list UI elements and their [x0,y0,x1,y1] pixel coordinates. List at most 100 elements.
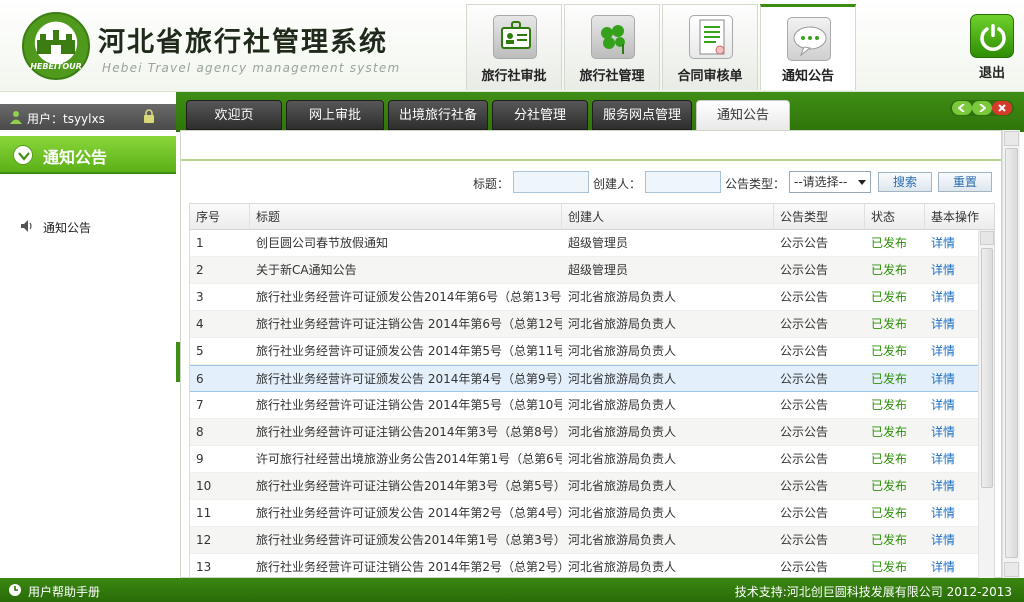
notice-table: 序号 标题 创建人 公告类型 状态 基本操作 1 创巨圆公司春节放假通知 超级管理员… [189,203,995,579]
page-scrollbar[interactable] [1002,130,1020,578]
title-filter-input[interactable] [513,171,589,193]
logout-label: 退出 [978,66,1005,81]
cell-type: 公示公告 [780,236,829,250]
cell-no: 2 [196,263,204,277]
cell-creator: 河北省旅游局负责人 [568,317,677,331]
cell-type: 公示公告 [780,479,829,493]
clock-help-icon [9,584,21,596]
cell-detail-link[interactable]: 详情 [925,230,978,257]
sidebar-item-label: 通知公告 [43,221,92,235]
tab-next-button[interactable] [972,101,992,115]
user-bar: 用户：tsyylxs [0,104,176,130]
sidebar-section-header[interactable]: 通知公告 [0,136,176,174]
table-row[interactable]: 6 旅行社业务经营许可证颁发公告 2014年第4号（总第9号） 河北省旅游局负责人 公… [190,365,978,392]
cell-creator: 河北省旅游局负责人 [568,452,677,466]
tab-welcome[interactable]: 欢迎页 [186,100,282,130]
logout-button[interactable]: 退出 [966,10,1018,82]
table-row[interactable]: 7 旅行社业务经营许可证注销公告 2014年第5号（总第10号 河北省旅游局负责人 公… [190,392,978,419]
table-row[interactable]: 1 创巨圆公司春节放假通知 超级管理员 公示公告 已发布 详情 [190,230,978,257]
scroll-up-icon[interactable] [980,231,994,245]
cell-detail-link[interactable]: 详情 [925,419,978,446]
page-scroll-down-icon[interactable] [1004,562,1019,577]
cell-detail-link[interactable]: 详情 [925,311,978,338]
cell-status: 已发布 [871,506,908,520]
type-filter-label: 公告类型： [725,177,786,191]
title-filter-label: 标题： [473,177,510,191]
cell-status: 已发布 [871,317,908,331]
cell-detail-link[interactable]: 详情 [925,366,978,393]
search-button[interactable]: 搜索 [878,172,932,192]
table-row[interactable]: 5 旅行社业务经营许可证颁发公告 2014年第5号（总第11号 河北省旅游局负责人 公… [190,338,978,365]
user-help-manual-link[interactable]: 用户帮助手册 [28,583,100,600]
tab-prev-button[interactable] [952,101,972,115]
table-row[interactable]: 13 旅行社业务经营许可证注销公告 2014年第2号（总第2号） 河北省旅游局负责人… [190,554,978,578]
nav-travel-agency-management[interactable]: 旅行社管理 [564,4,660,90]
cell-title: 创巨圆公司春节放假通知 [256,236,389,250]
cell-status: 已发布 [871,425,908,439]
tab-branch-management[interactable]: 分社管理 [492,100,588,130]
cell-no: 3 [196,290,204,304]
cell-type: 公示公告 [780,263,829,277]
cell-title: 旅行社业务经营许可证颁发公告 2014年第5号（总第11号 [256,344,562,358]
page-scroll-up-icon[interactable] [1004,131,1019,146]
cell-status: 已发布 [871,452,908,466]
tab-online-approval[interactable]: 网上审批 [286,100,384,130]
table-row[interactable]: 9 许可旅行社经营出境旅游业务公告2014年第1号（总第6号 河北省旅游局负责人 公示… [190,446,978,473]
tab-notice[interactable]: 通知公告 [696,100,790,132]
table-row[interactable]: 12 旅行社业务经营许可证颁发公告2014年第1号（总第3号） 河北省旅游局负责人 公… [190,527,978,554]
cell-detail-link[interactable]: 详情 [925,446,978,473]
nav-label: 旅行社管理 [579,69,645,84]
app-footer: 用户帮助手册 技术支持:河北创巨圆科技发展有限公司 2012-2013 [0,578,1024,602]
hebei-tour-logo: HEBEITOUR [22,12,90,80]
cell-status: 已发布 [871,344,908,358]
cell-title: 许可旅行社经营出境旅游业务公告2014年第1号（总第6号 [256,452,562,466]
cell-no: 5 [196,344,204,358]
content-panel: 标题： 创建人： 公告类型： --请选择-- 搜索 重置 序号 标题 创建人 公… [180,130,1002,579]
creator-filter-input[interactable] [645,171,721,193]
cell-creator: 河北省旅游局负责人 [568,372,677,386]
cell-detail-link[interactable]: 详情 [925,257,978,284]
table-row[interactable]: 11 旅行社业务经营许可证颁发公告 2014年第2号（总第4号） 河北省旅游局负责人… [190,500,978,527]
cell-no: 1 [196,236,204,250]
type-filter-select[interactable]: --请选择-- [789,171,871,193]
scroll-thumb[interactable] [981,248,993,488]
cell-creator: 超级管理员 [568,236,629,250]
lock-icon[interactable] [143,109,155,124]
cell-creator: 河北省旅游局负责人 [568,398,677,412]
cell-detail-link[interactable]: 详情 [925,284,978,311]
tab-service-point-management[interactable]: 服务网点管理 [592,100,692,130]
cell-status: 已发布 [871,372,908,386]
nav-label: 旅行社审批 [481,69,547,84]
cell-detail-link[interactable]: 详情 [925,527,978,554]
table-row[interactable]: 3 旅行社业务经营许可证颁发公告2014年第6号（总第13号 河北省旅游局负责人 公示… [190,284,978,311]
column-header-status: 状态 [865,204,925,230]
tab-outbound-agency[interactable]: 出境旅行社备 [388,100,488,130]
cell-type: 公示公告 [780,452,829,466]
nav-notice-announcement[interactable]: 通知公告 [760,4,856,90]
table-row[interactable]: 8 旅行社业务经营许可证注销公告2014年第3号（总第8号） 河北省旅游局负责人 公示… [190,419,978,446]
cell-detail-link[interactable]: 详情 [925,500,978,527]
cell-type: 公示公告 [780,344,829,358]
reset-button[interactable]: 重置 [938,172,992,192]
copyright-text: 技术支持:河北创巨圆科技发展有限公司 2012-2013 [734,585,1012,599]
cell-title: 旅行社业务经营许可证注销公告2014年第3号（总第5号） [256,479,562,493]
cell-detail-link[interactable]: 详情 [925,473,978,500]
cell-title: 旅行社业务经营许可证颁发公告 2014年第2号（总第4号） [256,506,562,520]
page-scroll-thumb[interactable] [1005,148,1018,558]
cell-creator: 河北省旅游局负责人 [568,560,677,574]
cell-type: 公示公告 [780,372,829,386]
table-scrollbar[interactable] [978,230,994,578]
close-icon [998,104,1006,112]
cell-detail-link[interactable]: 详情 [925,554,978,578]
nav-contract-review[interactable]: 合同审核单 [662,4,758,90]
cell-status: 已发布 [871,290,908,304]
table-row[interactable]: 2 关于新CA通知公告 超级管理员 公示公告 已发布 详情 [190,257,978,284]
nav-travel-agency-approval[interactable]: 旅行社审批 [466,4,562,90]
cell-detail-link[interactable]: 详情 [925,392,978,419]
cell-detail-link[interactable]: 详情 [925,338,978,365]
cell-creator: 河北省旅游局负责人 [568,533,677,547]
table-row[interactable]: 10 旅行社业务经营许可证注销公告2014年第3号（总第5号） 河北省旅游局负责人 公… [190,473,978,500]
table-row[interactable]: 4 旅行社业务经营许可证注销公告 2014年第6号（总第12号 河北省旅游局负责人 公… [190,311,978,338]
tab-close-button[interactable] [992,101,1012,115]
cell-title: 旅行社业务经营许可证注销公告 2014年第2号（总第2号） [256,560,562,574]
